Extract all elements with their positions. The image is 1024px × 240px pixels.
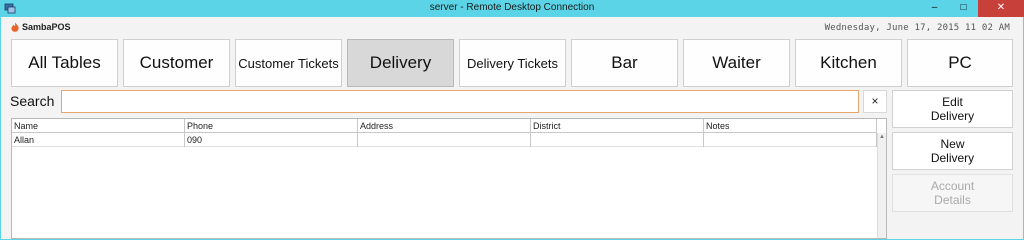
nav-pc[interactable]: PC [907,39,1013,87]
nav-delivery-tickets[interactable]: Delivery Tickets [459,39,566,87]
cell-address [358,133,531,147]
sambapos-app: SambaPOS Wednesday, June 17, 2015 11 02 … [1,17,1023,239]
edit-delivery-label-2: Delivery [930,109,975,123]
column-header-notes[interactable]: Notes [704,119,877,133]
clear-search-button[interactable]: × [863,90,887,113]
grid-header: Name Phone Address District Notes [12,119,877,133]
logo-text: SambaPOS [22,22,71,32]
entity-screen-nav: All Tables Customer Customer Tickets Del… [11,39,1013,87]
scroll-up-icon[interactable]: ▲ [878,133,886,141]
grid-scrollbar[interactable]: ▲ [877,133,886,238]
column-header-district[interactable]: District [531,119,704,133]
nav-kitchen[interactable]: Kitchen [795,39,902,87]
new-delivery-label-1: New [940,137,965,151]
search-label: Search [10,93,55,109]
column-header-phone[interactable]: Phone [185,119,358,133]
account-details-label-2: Details [934,193,971,207]
delivery-grid: Name Phone Address District Notes Allan … [11,118,887,239]
edit-delivery-label-1: Edit [942,95,963,109]
column-header-name[interactable]: Name [12,119,185,133]
cell-phone: 090 [185,133,358,147]
cell-name: Allan [12,133,185,147]
sambapos-logo: SambaPOS [10,22,71,32]
title-bar: server - Remote Desktop Connection – □ ✕ [0,0,1024,17]
edit-delivery-button[interactable]: Edit Delivery [892,90,1013,128]
nav-all-tables[interactable]: All Tables [11,39,118,87]
cell-notes [704,133,877,147]
new-delivery-label-2: Delivery [930,151,975,165]
table-row[interactable]: Allan 090 [12,133,877,147]
new-delivery-button[interactable]: New Delivery [892,132,1013,170]
search-input[interactable] [61,90,859,113]
date-time: Wednesday, June 17, 2015 11 02 AM [824,23,1010,33]
minimize-button[interactable]: – [920,0,949,17]
nav-customer-tickets[interactable]: Customer Tickets [235,39,342,87]
app-header: SambaPOS Wednesday, June 17, 2015 11 02 … [1,17,1023,37]
account-details-button[interactable]: Account Details [892,174,1013,212]
nav-delivery[interactable]: Delivery [347,39,454,87]
maximize-button[interactable]: □ [949,0,978,17]
account-details-label-1: Account [930,179,975,193]
close-button[interactable]: ✕ [978,0,1024,17]
nav-customer[interactable]: Customer [123,39,230,87]
nav-waiter[interactable]: Waiter [683,39,790,87]
column-header-address[interactable]: Address [358,119,531,133]
window-title: server - Remote Desktop Connection [429,2,595,13]
cell-district [531,133,704,147]
flame-icon [11,22,19,32]
nav-bar[interactable]: Bar [571,39,678,87]
